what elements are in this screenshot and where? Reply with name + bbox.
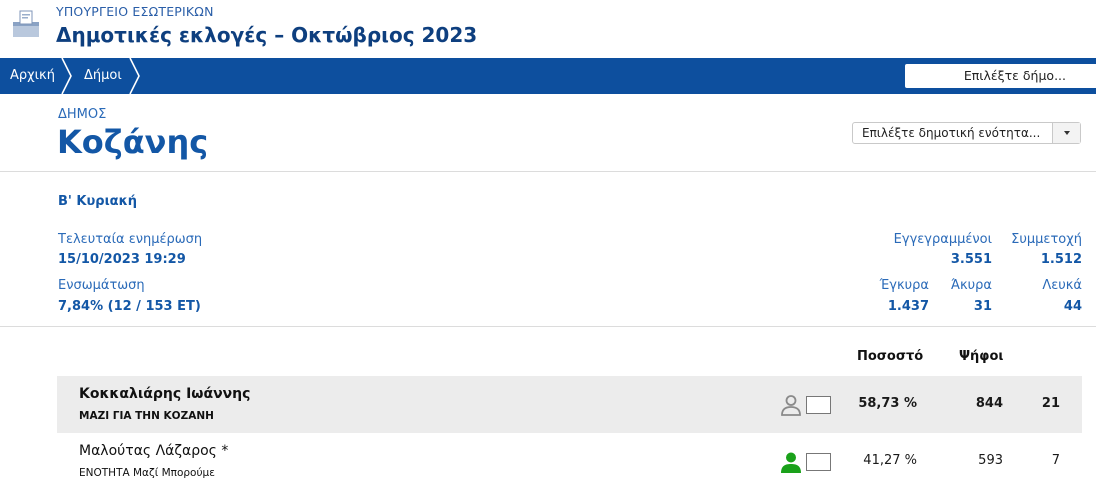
valid-value: 1.437 [887, 299, 929, 314]
valid-label: Έγκυρα [879, 278, 929, 293]
candidate-name: Μαλούτας Λάζαρος * [79, 443, 229, 459]
turnout-label: Συμμετοχή [1011, 232, 1082, 247]
candidate-name: Κοκκαλιάρης Ιωάννης [79, 386, 251, 402]
party-name: ΕΝΟΤΗΤΑ Μαζί Μπορούμε [79, 467, 215, 479]
blank-value: 44 [1063, 299, 1082, 314]
candidate-votes: 593 [978, 453, 1003, 468]
site-header: ΥΠΟΥΡΓΕΙΟ ΕΣΩΤΕΡΙΚΩΝ Δημοτικές εκλογές –… [0, 0, 1096, 58]
breadcrumb-municipalities[interactable]: Δήμοι [84, 58, 122, 94]
municipal-unit-select[interactable]: Επιλέξτε δημοτική ενότητα... [852, 122, 1081, 144]
invalid-label: Άκυρα [950, 278, 992, 293]
unit-select-placeholder: Επιλέξτε δημοτική ενότητα... [862, 126, 1041, 140]
registered-value: 3.551 [950, 252, 992, 267]
table-row[interactable]: Κοκκαλιάρης Ιωάννης ΜΑΖΙ ΓΙΑ ΤΗΝ ΚΟΖΑΝΗ … [57, 376, 1082, 433]
breadcrumb-chevron-icon [129, 58, 140, 94]
registered-label: Εγγεγραμμένοι [893, 232, 992, 247]
integration-label: Ενσωμάτωση [58, 278, 145, 293]
candidate-seats: 21 [1041, 396, 1060, 411]
municipality-label: ΔΗΜΟΣ [58, 107, 107, 122]
person-filled-icon [781, 452, 801, 473]
breadcrumb-home[interactable]: Αρχική [10, 58, 55, 94]
candidate-percent: 58,73 % [858, 396, 917, 411]
column-header-votes: Ψήφοι [959, 349, 1004, 364]
divider [0, 171, 1096, 172]
candidate-votes: 844 [975, 396, 1003, 411]
invalid-value: 31 [973, 299, 992, 314]
page-title[interactable]: Δημοτικές εκλογές – Οκτώβριος 2023 [56, 23, 477, 47]
person-outline-icon [781, 395, 801, 416]
integration-value: 7,84% (12 / 153 ΕΤ) [58, 299, 201, 314]
ballot-box-icon [13, 10, 39, 37]
municipality-select[interactable]: Επιλέξτε δήμο... [905, 64, 1096, 88]
ministry-name: ΥΠΟΥΡΓΕΙΟ ΕΣΩΤΕΡΙΚΩΝ [56, 4, 214, 19]
last-update-value: 15/10/2023 19:29 [58, 252, 186, 267]
table-row[interactable]: Μαλούτας Λάζαρος * ΕΝΟΤΗΤΑ Μαζί Μπορούμε… [57, 433, 1082, 490]
column-header-percent: Ποσοστό [857, 349, 924, 364]
municipality-name: Κοζάνης [57, 123, 209, 161]
candidate-seats: 7 [1051, 453, 1060, 468]
candidate-percent: 41,27 % [863, 453, 917, 468]
blank-label: Λευκά [1042, 278, 1082, 293]
party-name: ΜΑΖΙ ΓΙΑ ΤΗΝ ΚΟΖΑΝΗ [79, 410, 214, 422]
election-round: Β' Κυριακή [58, 194, 138, 209]
turnout-value: 1.512 [1040, 252, 1082, 267]
breadcrumb-chevron-icon [61, 58, 72, 94]
last-update-label: Τελευταία ενημέρωση [58, 232, 203, 247]
caret-down-icon[interactable] [1052, 123, 1080, 143]
divider [0, 326, 1096, 327]
